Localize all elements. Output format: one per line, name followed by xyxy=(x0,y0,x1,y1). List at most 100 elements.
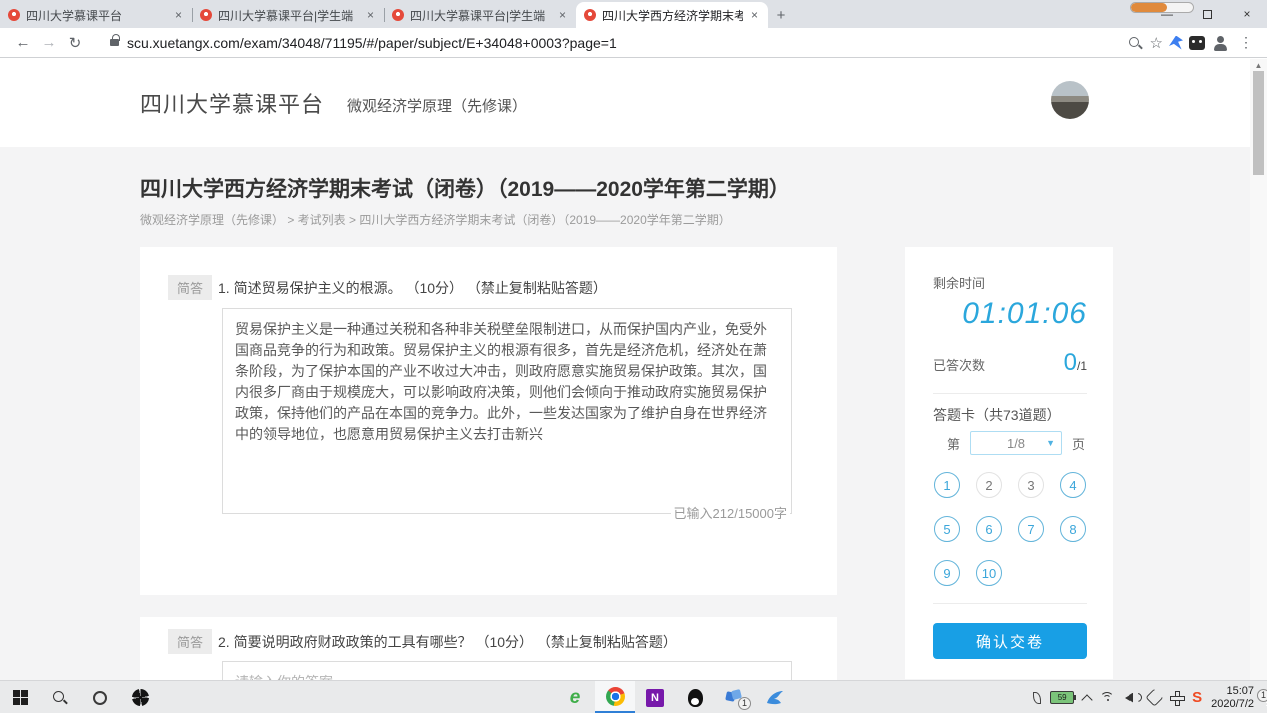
answer-textarea-2[interactable] xyxy=(222,661,792,680)
answer-card-title: 答题卡（共73道题） xyxy=(933,405,1061,425)
wifi-icon[interactable] xyxy=(1100,692,1116,704)
question-card-1: 简答 1. 简述贸易保护主义的根源。 （10分） （禁止复制粘贴答题） 已输入2… xyxy=(140,247,837,595)
tab-close-icon[interactable]: × xyxy=(365,8,376,22)
tab-close-icon[interactable]: × xyxy=(557,8,568,22)
url-input[interactable]: scu.xuetangx.com/exam/34048/71195/#/pape… xyxy=(127,35,1126,51)
clock[interactable]: 15:07 2020/7/2 xyxy=(1211,685,1254,711)
question-circle-7[interactable]: 7 xyxy=(1018,516,1044,542)
chrome-icon xyxy=(606,687,625,706)
battery-icon[interactable]: 59 xyxy=(1050,691,1074,704)
chat-badge: 1 xyxy=(738,697,751,710)
taskbar-search-button[interactable] xyxy=(40,681,80,713)
forward-button[interactable]: → xyxy=(36,30,62,56)
xunlei-button[interactable] xyxy=(755,681,795,713)
new-tab-button[interactable]: + xyxy=(768,2,794,28)
course-name[interactable]: 微观经济学原理（先修课） xyxy=(347,95,527,116)
question-circle-2[interactable]: 2 xyxy=(976,472,1002,498)
sogou-input-icon[interactable]: S xyxy=(1192,689,1202,706)
close-window-button[interactable]: × xyxy=(1227,0,1267,28)
question-circle-4[interactable]: 4 xyxy=(1060,472,1086,498)
clock-date: 2020/7/2 xyxy=(1211,698,1254,711)
https-lock-icon[interactable] xyxy=(110,39,119,46)
question-circle-5[interactable]: 5 xyxy=(934,516,960,542)
taskbar-left xyxy=(0,681,160,713)
site-brand[interactable]: 四川大学慕课平台 xyxy=(140,87,324,119)
qq-button[interactable] xyxy=(675,681,715,713)
tab-title: 四川大学慕课平台|学生端 xyxy=(218,7,359,24)
page-selector-row: 第 1/8 ▼ 页 xyxy=(947,431,1085,455)
chrome-button-active[interactable] xyxy=(595,681,635,713)
volume-icon[interactable] xyxy=(1125,692,1139,704)
power-saver-leaf-icon[interactable] xyxy=(1033,692,1041,704)
tray-expand-chevron-icon[interactable] xyxy=(1081,694,1092,705)
minimize-button[interactable]: — xyxy=(1147,0,1187,28)
chevron-down-icon: ▼ xyxy=(1046,438,1055,448)
site-favicon-icon xyxy=(584,9,596,21)
tab-1[interactable]: 四川大学慕课平台 × xyxy=(0,2,192,28)
web-page: 四川大学慕课平台 微观经济学原理（先修课） 四川大学西方经济学期末考试（闭卷）（… xyxy=(0,59,1250,680)
tab-title: 四川大学西方经济学期末考试（ xyxy=(602,7,743,24)
address-bar: ← → ↻ scu.xuetangx.com/exam/34048/71195/… xyxy=(0,28,1267,58)
profile-icon[interactable] xyxy=(1211,34,1229,52)
char-count: 已输入212/15000字 xyxy=(671,503,790,522)
user-avatar[interactable] xyxy=(1051,81,1089,119)
xunlei-bird-icon xyxy=(766,690,784,706)
window-controls: — × xyxy=(1147,0,1267,28)
question-circle-1[interactable]: 1 xyxy=(934,472,960,498)
page-scrollbar[interactable]: ▲ xyxy=(1250,59,1267,680)
question-circle-6[interactable]: 6 xyxy=(976,516,1002,542)
pinwheel-app-button[interactable] xyxy=(120,681,160,713)
divider xyxy=(933,393,1087,394)
plus-tray-icon[interactable] xyxy=(1170,691,1183,704)
page-select-dropdown[interactable]: 1/8 ▼ xyxy=(970,431,1062,455)
site-favicon-icon xyxy=(200,9,212,21)
question-circle-8[interactable]: 8 xyxy=(1060,516,1086,542)
tab-4-active[interactable]: 四川大学西方经济学期末考试（ × xyxy=(576,2,768,28)
zoom-indicator-icon[interactable] xyxy=(1126,34,1144,52)
answer-area-2 xyxy=(222,661,792,680)
ie-browser-button[interactable]: e xyxy=(555,681,595,713)
bookmark-star-icon[interactable]: ☆ xyxy=(1150,34,1163,52)
onenote-icon: N xyxy=(646,689,664,707)
notification-badge: 1 xyxy=(1257,689,1267,702)
answer-textarea-1[interactable] xyxy=(222,308,792,514)
reload-button[interactable]: ↻ xyxy=(62,30,88,56)
chat-app-button[interactable]: 1 xyxy=(715,681,755,713)
answered-value: 0/1 xyxy=(1064,349,1087,377)
start-button[interactable] xyxy=(0,681,40,713)
browser-tab-bar: 四川大学慕课平台 × 四川大学慕课平台|学生端 × 四川大学慕课平台|学生端 ×… xyxy=(0,0,1267,28)
breadcrumb[interactable]: 微观经济学原理（先修课） > 考试列表 > 四川大学西方经济学期末考试（闭卷）（… xyxy=(140,211,731,228)
site-header: 四川大学慕课平台 微观经济学原理（先修课） xyxy=(0,59,1250,147)
scrollbar-up-arrow[interactable]: ▲ xyxy=(1250,61,1267,70)
pinwheel-icon xyxy=(132,689,149,706)
answered-label: 已答次数 xyxy=(933,355,985,377)
chat-app-icon: 1 xyxy=(726,690,744,706)
link-tray-icon[interactable] xyxy=(1145,688,1163,706)
cortana-button[interactable] xyxy=(80,681,120,713)
question-circle-3[interactable]: 3 xyxy=(1018,472,1044,498)
system-tray: 59 S 15:07 2020/7/2 1 xyxy=(1033,681,1263,713)
maximize-button[interactable] xyxy=(1187,0,1227,28)
menu-kebab-icon[interactable]: ⋮ xyxy=(1235,34,1257,51)
question-text: 1. 简述贸易保护主义的根源。 （10分） （禁止复制粘贴答题） xyxy=(218,278,607,298)
ie-icon: e xyxy=(570,687,581,709)
site-favicon-icon xyxy=(392,9,404,21)
tab-close-icon[interactable]: × xyxy=(173,8,184,22)
clock-time: 15:07 xyxy=(1211,685,1254,698)
site-favicon-icon xyxy=(8,9,20,21)
onenote-button[interactable]: N xyxy=(635,681,675,713)
countdown-timer: 01:01:06 xyxy=(933,297,1087,331)
dark-extension-icon[interactable] xyxy=(1189,36,1205,50)
question-circle-10[interactable]: 10 xyxy=(976,560,1002,586)
back-button[interactable]: ← xyxy=(10,30,36,56)
remaining-time-label: 剩余时间 xyxy=(933,273,985,292)
divider xyxy=(933,603,1087,604)
tab-3[interactable]: 四川大学慕课平台|学生端 × xyxy=(384,2,576,28)
tab-2[interactable]: 四川大学慕课平台|学生端 × xyxy=(192,2,384,28)
blue-extension-icon[interactable] xyxy=(1169,36,1183,50)
tab-close-icon[interactable]: × xyxy=(749,8,760,22)
question-circle-9[interactable]: 9 xyxy=(934,560,960,586)
scrollbar-thumb[interactable] xyxy=(1253,71,1264,175)
submit-exam-button[interactable]: 确认交卷 xyxy=(933,623,1087,659)
page-select-value: 1/8 xyxy=(1007,436,1025,451)
